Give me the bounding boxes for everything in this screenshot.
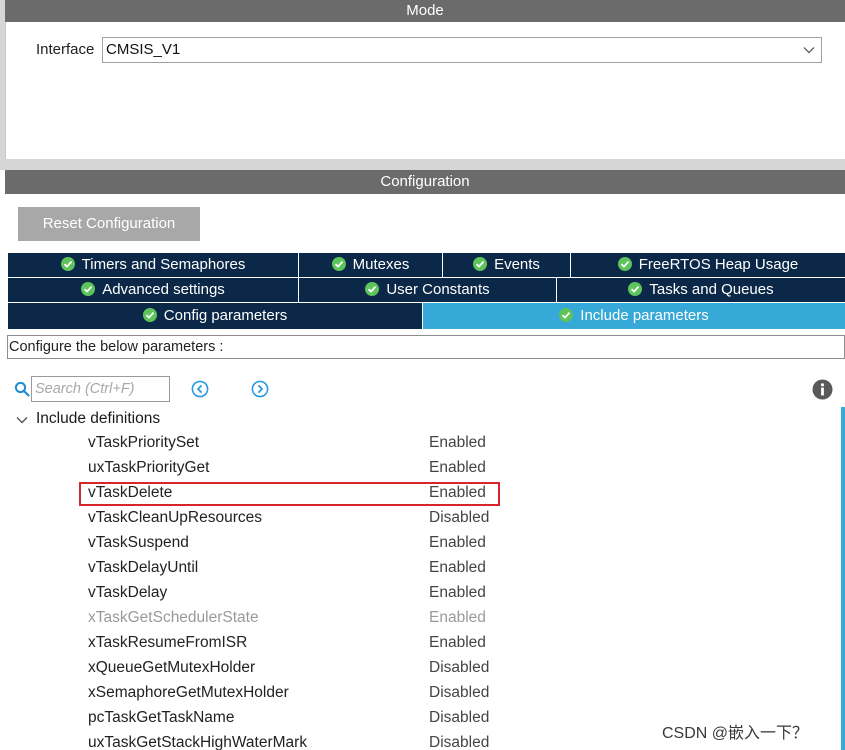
section-divider xyxy=(0,159,845,170)
reset-configuration-button[interactable]: Reset Configuration xyxy=(18,207,200,241)
info-icon[interactable] xyxy=(812,379,833,400)
configure-hint: Configure the below parameters : xyxy=(7,335,845,359)
param-value: Disabled xyxy=(429,509,490,526)
chevron-down-icon xyxy=(803,47,815,54)
check-circle-icon xyxy=(331,257,346,271)
tab-timers-and-semaphores[interactable]: Timers and Semaphores xyxy=(8,253,298,277)
tree-expand-icon[interactable] xyxy=(15,413,29,427)
param-name: vTaskCleanUpResources xyxy=(88,509,263,526)
tree-title-include-definitions: Include definitions xyxy=(36,410,161,427)
param-value: Disabled xyxy=(429,659,490,676)
param-row-xqueuegetmutexholder[interactable]: xQueueGetMutexHolder Disabled xyxy=(88,657,508,682)
param-row-vtaskdelayuntil[interactable]: vTaskDelayUntil Enabled xyxy=(88,557,508,582)
tab-label: Events xyxy=(494,256,540,273)
tab-include-parameters[interactable]: Include parameters xyxy=(423,303,845,329)
param-value: Enabled xyxy=(429,609,486,626)
param-value: Enabled xyxy=(429,559,486,576)
param-name: xTaskResumeFromISR xyxy=(88,634,248,651)
param-value: Disabled xyxy=(429,684,490,701)
param-row-xtaskgetschedulerstate: xTaskGetSchedulerState Enabled xyxy=(88,607,508,632)
param-name: xQueueGetMutexHolder xyxy=(88,659,256,676)
param-value: Disabled xyxy=(429,709,490,726)
check-circle-icon xyxy=(60,257,75,271)
param-name: vTaskDelay xyxy=(88,584,168,601)
check-circle-icon xyxy=(559,308,574,322)
check-circle-icon xyxy=(81,282,96,296)
search-input[interactable] xyxy=(31,376,170,402)
tab-label: Advanced settings xyxy=(102,281,225,298)
tab-user-constants[interactable]: User Constants xyxy=(299,278,556,302)
tab-label: FreeRTOS Heap Usage xyxy=(638,256,799,273)
tab-freertos-heap-usage[interactable]: FreeRTOS Heap Usage xyxy=(571,253,845,277)
interface-label: Interface xyxy=(36,41,95,58)
tab-label: Config parameters xyxy=(163,307,288,324)
check-circle-icon xyxy=(617,257,632,271)
search-icon xyxy=(14,381,30,397)
tab-tasks-and-queues[interactable]: Tasks and Queues xyxy=(557,278,845,302)
param-row-xtaskresumefromisr[interactable]: xTaskResumeFromISR Enabled xyxy=(88,632,508,657)
check-circle-icon xyxy=(365,282,380,296)
param-row-vtaskpriorityset[interactable]: vTaskPrioritySet Enabled xyxy=(88,432,508,457)
param-row-vtaskdelay[interactable]: vTaskDelay Enabled xyxy=(88,582,508,607)
param-name: uxTaskGetStackHighWaterMark xyxy=(88,734,308,750)
tab-label: Mutexes xyxy=(352,256,410,273)
param-row-pctaskgettaskname[interactable]: pcTaskGetTaskName Disabled xyxy=(88,707,508,732)
param-row-uxtaskgetstackhighwatermark[interactable]: uxTaskGetStackHighWaterMark Disabled xyxy=(88,732,508,750)
param-value: Enabled xyxy=(429,584,486,601)
check-circle-icon xyxy=(628,282,643,296)
param-name: vTaskSuspend xyxy=(88,534,189,551)
configuration-header: Configuration xyxy=(5,170,845,194)
param-row-vtaskcleanupresources[interactable]: vTaskCleanUpResources Disabled xyxy=(88,507,508,532)
tab-label: User Constants xyxy=(386,281,490,298)
interface-select-value: CMSIS_V1 xyxy=(106,41,181,58)
arrow-right-circle-icon[interactable] xyxy=(251,380,269,398)
param-value: Enabled xyxy=(429,434,486,451)
param-value: Enabled xyxy=(429,534,486,551)
param-name: vTaskPrioritySet xyxy=(88,434,200,451)
check-circle-icon xyxy=(142,308,157,322)
param-row-uxtaskpriorityget[interactable]: uxTaskPriorityGet Enabled xyxy=(88,457,508,482)
param-value: Enabled xyxy=(429,634,486,651)
param-name: uxTaskPriorityGet xyxy=(88,459,210,476)
param-row-vtasksuspend[interactable]: vTaskSuspend Enabled xyxy=(88,532,508,557)
param-name: xTaskGetSchedulerState xyxy=(88,609,259,626)
param-name: xSemaphoreGetMutexHolder xyxy=(88,684,289,701)
watermark: CSDN @嵌入一下？ xyxy=(662,725,809,742)
highlight-box xyxy=(79,482,500,506)
param-name: pcTaskGetTaskName xyxy=(88,709,235,726)
param-row-xsemaphoregetmutexholder[interactable]: xSemaphoreGetMutexHolder Disabled xyxy=(88,682,508,707)
scrollbar[interactable] xyxy=(841,407,845,750)
arrow-left-circle-icon[interactable] xyxy=(191,380,209,398)
check-circle-icon xyxy=(473,257,488,271)
tab-label: Timers and Semaphores xyxy=(81,256,246,273)
param-value: Enabled xyxy=(429,459,486,476)
tab-mutexes[interactable]: Mutexes xyxy=(299,253,442,277)
tab-config-parameters[interactable]: Config parameters xyxy=(8,303,422,329)
mode-header: Mode xyxy=(5,0,845,22)
tab-advanced-settings[interactable]: Advanced settings xyxy=(8,278,298,302)
left-gutter xyxy=(0,0,5,170)
tab-label: Include parameters xyxy=(580,307,709,324)
param-value: Disabled xyxy=(429,734,490,750)
tab-label: Tasks and Queues xyxy=(649,281,774,298)
tab-events[interactable]: Events xyxy=(443,253,570,277)
param-name: vTaskDelayUntil xyxy=(88,559,199,576)
interface-select[interactable]: CMSIS_V1 xyxy=(102,37,822,63)
